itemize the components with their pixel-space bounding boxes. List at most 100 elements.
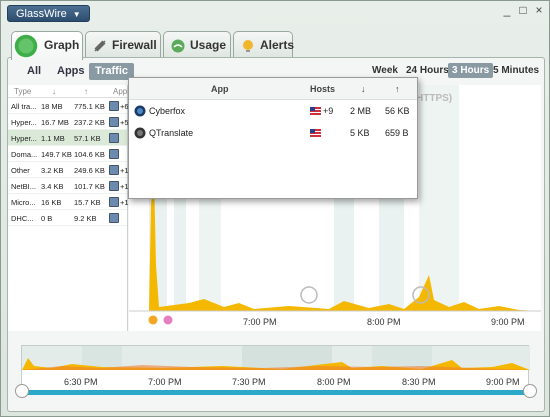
slider-right-handle[interactable] <box>523 384 537 398</box>
us-flag-icon <box>310 129 321 137</box>
clock-icon[interactable] <box>300 286 318 304</box>
popup-app-name: QTranslate <box>149 128 194 138</box>
alerts-icon <box>243 40 253 52</box>
app-menu-button[interactable]: GlassWire ▼ <box>7 5 90 22</box>
app-icon <box>109 149 119 159</box>
col-up[interactable]: ↑ <box>84 87 88 96</box>
glasswire-window: GlassWire ▼ _ □ × Graph Firewall Usage A… <box>0 0 550 417</box>
list-item-up: 15.7 KB <box>74 198 101 207</box>
list-item[interactable]: Micro... 16 KB 15.7 KB +1 <box>8 194 129 210</box>
list-item-up: 775.1 KB <box>74 102 105 111</box>
col-app[interactable]: App <box>113 87 127 96</box>
tab-graph-label: Graph <box>44 38 80 52</box>
list-item-down: 3.2 KB <box>41 166 64 175</box>
popup-up: 659 B <box>385 128 409 138</box>
list-item-extra: +1 <box>120 198 129 207</box>
timeline-range-slider[interactable] <box>21 390 529 395</box>
list-item-up: 101.7 KB <box>74 182 105 191</box>
list-item[interactable]: All tra... 18 MB 775.1 KB +6 <box>8 98 129 114</box>
list-item-down: 1.1 MB <box>41 134 65 143</box>
graph-time-label: 9:00 PM <box>491 317 525 327</box>
list-item-down: 3.4 KB <box>41 182 64 191</box>
popup-row[interactable]: QTranslate 5 KB 659 B <box>129 122 417 144</box>
timeline-time-label: 6:30 PM <box>64 377 98 387</box>
tab-firewall-label: Firewall <box>112 38 157 52</box>
col-type[interactable]: Type <box>14 87 31 96</box>
popup-up: 56 KB <box>385 106 410 116</box>
app-icon <box>109 133 119 143</box>
popup-header: App Hosts ↓ ↑ <box>129 78 417 100</box>
firewall-icon <box>94 40 106 52</box>
app-icon <box>109 213 119 223</box>
app-icon <box>109 117 119 127</box>
qtranslate-icon <box>134 127 146 139</box>
slider-left-handle[interactable] <box>15 384 29 398</box>
popup-row[interactable]: Cyberfox +9 2 MB 56 KB <box>129 100 417 122</box>
list-item-type: NetBI... <box>11 182 37 191</box>
app-icon <box>109 165 119 175</box>
graph-time-label: 8:00 PM <box>367 317 401 327</box>
app-breakdown-popup: App Hosts ↓ ↑ Cyberfox +9 2 MB 56 KB QTr… <box>128 77 418 199</box>
list-item-down: 149.7 KB <box>41 150 72 159</box>
timeline-time-label: 7:00 PM <box>148 377 182 387</box>
range-week[interactable]: Week <box>368 63 402 78</box>
list-item-down: 16.7 MB <box>41 118 69 127</box>
col-down[interactable]: ↓ <box>52 87 56 96</box>
maximize-button[interactable]: □ <box>516 3 530 17</box>
tab-alerts[interactable]: Alerts <box>233 31 295 58</box>
popup-hosts-extra: +9 <box>323 106 334 116</box>
tab-usage-label: Usage <box>190 38 227 52</box>
list-item-up: 237.2 KB <box>74 118 105 127</box>
app-icon <box>109 197 119 207</box>
list-item[interactable]: Other 3.2 KB 249.6 KB +1 <box>8 162 129 178</box>
timeline-time-label: 8:00 PM <box>317 377 351 387</box>
popup-app-name: Cyberfox <box>149 106 186 116</box>
timeline-time-label: 9:00 PM <box>486 377 520 387</box>
list-item[interactable]: Doma... 149.7 KB 104.6 KB <box>8 146 127 162</box>
timeline-overview[interactable]: 6:30 PM 7:00 PM 7:30 PM 8:00 PM 8:30 PM … <box>21 345 530 395</box>
list-item-up: 104.6 KB <box>74 150 105 159</box>
range-24-hours[interactable]: 24 Hours <box>402 63 453 78</box>
filter-apps[interactable]: Apps <box>51 63 91 80</box>
timeline-time-label: 8:30 PM <box>402 377 436 387</box>
popup-col-hosts[interactable]: Hosts <box>310 84 335 94</box>
app-title: GlassWire <box>16 8 67 20</box>
list-header: Type ↓ ↑ App <box>8 85 127 98</box>
tab-firewall[interactable]: Firewall <box>85 31 161 58</box>
filter-all[interactable]: All <box>21 63 47 80</box>
graph-time-label: 7:00 PM <box>243 317 277 327</box>
list-item-down: 0 B <box>41 214 53 223</box>
list-item[interactable]: DHC... 0 B 9.2 KB <box>8 210 127 226</box>
list-item-type: Hyper... <box>11 118 37 127</box>
usage-icon <box>171 39 185 53</box>
list-item-up: 9.2 KB <box>74 214 97 223</box>
timeline-canvas <box>22 346 530 370</box>
list-item[interactable]: Hyper... 16.7 MB 237.2 KB +5 <box>8 114 129 130</box>
popup-col-up[interactable]: ↑ <box>395 84 400 94</box>
popup-col-down[interactable]: ↓ <box>361 84 366 94</box>
tab-graph[interactable]: Graph <box>11 31 83 60</box>
list-item-type: Micro... <box>11 198 36 207</box>
range-5-minutes[interactable]: 5 Minutes <box>489 63 543 78</box>
minimize-button[interactable]: _ <box>500 3 514 17</box>
list-item[interactable]: Hyper... 1.1 MB 57.1 KB <box>8 130 127 146</box>
app-icon <box>109 181 119 191</box>
graph-partial-label: HTTPS) <box>416 93 453 104</box>
tab-alerts-label: Alerts <box>260 38 295 52</box>
app-event-icon[interactable] <box>148 315 158 325</box>
list-item[interactable]: NetBI... 3.4 KB 101.7 KB +1 <box>8 178 129 194</box>
title-bar: GlassWire ▼ _ □ × <box>1 1 550 27</box>
range-3-hours[interactable]: 3 Hours <box>448 63 494 78</box>
popup-col-app[interactable]: App <box>211 84 229 94</box>
list-item-down: 18 MB <box>41 102 63 111</box>
app-event-icon[interactable] <box>163 315 173 325</box>
timeline-time-label: 7:30 PM <box>232 377 266 387</box>
list-item-down: 16 KB <box>41 198 62 207</box>
list-item-type: Other <box>11 166 30 175</box>
list-item-type: All tra... <box>11 102 37 111</box>
tab-usage[interactable]: Usage <box>163 31 231 58</box>
cyberfox-icon <box>134 105 146 117</box>
list-item-type: DHC... <box>11 214 34 223</box>
close-button[interactable]: × <box>532 3 546 17</box>
list-item-type: Doma... <box>11 150 38 159</box>
